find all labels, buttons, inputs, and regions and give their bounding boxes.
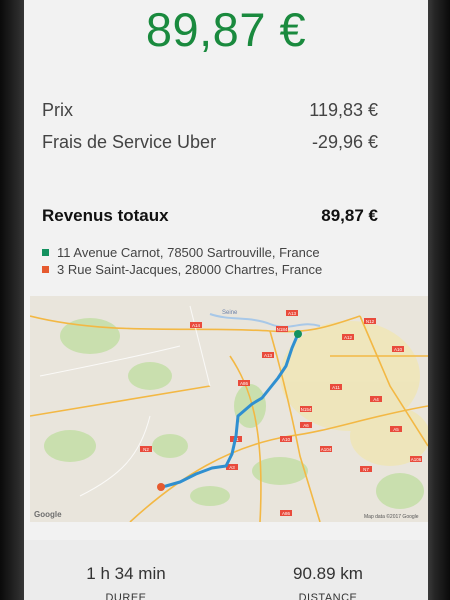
dropoff-pin bbox=[157, 483, 165, 491]
road-label: A14 bbox=[192, 323, 201, 328]
road-label: A86 bbox=[240, 381, 249, 386]
trip-receipt-screen: 89,87 € Prix 119,83 € Frais de Service U… bbox=[24, 0, 428, 600]
service-fee-row: Frais de Service Uber -29,96 € bbox=[42, 132, 378, 153]
pickup-address: 11 Avenue Carnot, 78500 Sartrouville, Fr… bbox=[57, 245, 320, 260]
road-label: A6 bbox=[303, 423, 309, 428]
road-label: N7 bbox=[363, 467, 369, 472]
total-earnings-label: Revenus totaux bbox=[42, 206, 169, 225]
route-map[interactable]: Seine A13 A14 N184 A13 A86 N12 A12 A10 A11 N154 A1… bbox=[30, 296, 428, 522]
road-label: A4 bbox=[373, 397, 379, 402]
road-label: N12 bbox=[366, 319, 375, 324]
road-label: N154 bbox=[301, 407, 312, 412]
total-earnings-amount: 89,87 € bbox=[145, 3, 307, 56]
duration-stat: 1 h 34 min DUREE bbox=[46, 564, 206, 600]
road-label: A10 bbox=[394, 347, 403, 352]
road-label: A86 bbox=[282, 511, 291, 516]
price-label: Prix bbox=[42, 100, 73, 120]
price-value: 119,83 € bbox=[309, 100, 378, 120]
pickup-pin bbox=[294, 330, 302, 338]
service-fee-value: -29,96 € bbox=[311, 132, 378, 152]
road-label: N2 bbox=[143, 447, 149, 452]
road-label: A106 bbox=[411, 457, 422, 462]
device-bezel-left bbox=[0, 0, 26, 600]
total-earnings-row: Revenus totaux 89,87 € bbox=[42, 206, 378, 226]
road-label: A13 bbox=[288, 311, 297, 316]
road-label: A5 bbox=[393, 427, 399, 432]
distance-value: 90.89 km bbox=[293, 564, 363, 583]
google-logo: Google bbox=[34, 510, 62, 519]
pickup-marker-icon bbox=[42, 249, 49, 256]
road-label: A11 bbox=[332, 385, 340, 390]
distance-stat: 90.89 km DISTANCE bbox=[248, 564, 408, 600]
service-fee-label: Frais de Service Uber bbox=[42, 132, 217, 152]
dropoff-address-row: 3 Rue Saint-Jacques, 28000 Chartres, Fra… bbox=[42, 262, 322, 277]
device-bezel-right bbox=[428, 0, 450, 600]
road-label: A3 bbox=[229, 465, 235, 470]
dropoff-marker-icon bbox=[42, 266, 49, 273]
road-label: N184 bbox=[277, 327, 288, 332]
road-label: A104 bbox=[321, 447, 332, 452]
map-river-label: Seine bbox=[222, 310, 238, 316]
road-label: A12 bbox=[344, 335, 353, 340]
road-label: A13 bbox=[264, 353, 273, 358]
duration-label: DUREE bbox=[105, 592, 147, 600]
price-row: Prix 119,83 € bbox=[42, 100, 378, 121]
duration-value: 1 h 34 min bbox=[86, 564, 166, 583]
pickup-address-row: 11 Avenue Carnot, 78500 Sartrouville, Fr… bbox=[42, 245, 320, 260]
trip-stats-bar: 1 h 34 min DUREE 90.89 km DISTANCE bbox=[24, 540, 428, 600]
map-attribution: Map data ©2017 Google bbox=[364, 513, 419, 520]
distance-label: DISTANCE bbox=[298, 592, 358, 600]
total-earnings-value: 89,87 € bbox=[321, 206, 378, 225]
dropoff-address: 3 Rue Saint-Jacques, 28000 Chartres, Fra… bbox=[57, 262, 323, 277]
road-label: A10 bbox=[282, 437, 291, 442]
